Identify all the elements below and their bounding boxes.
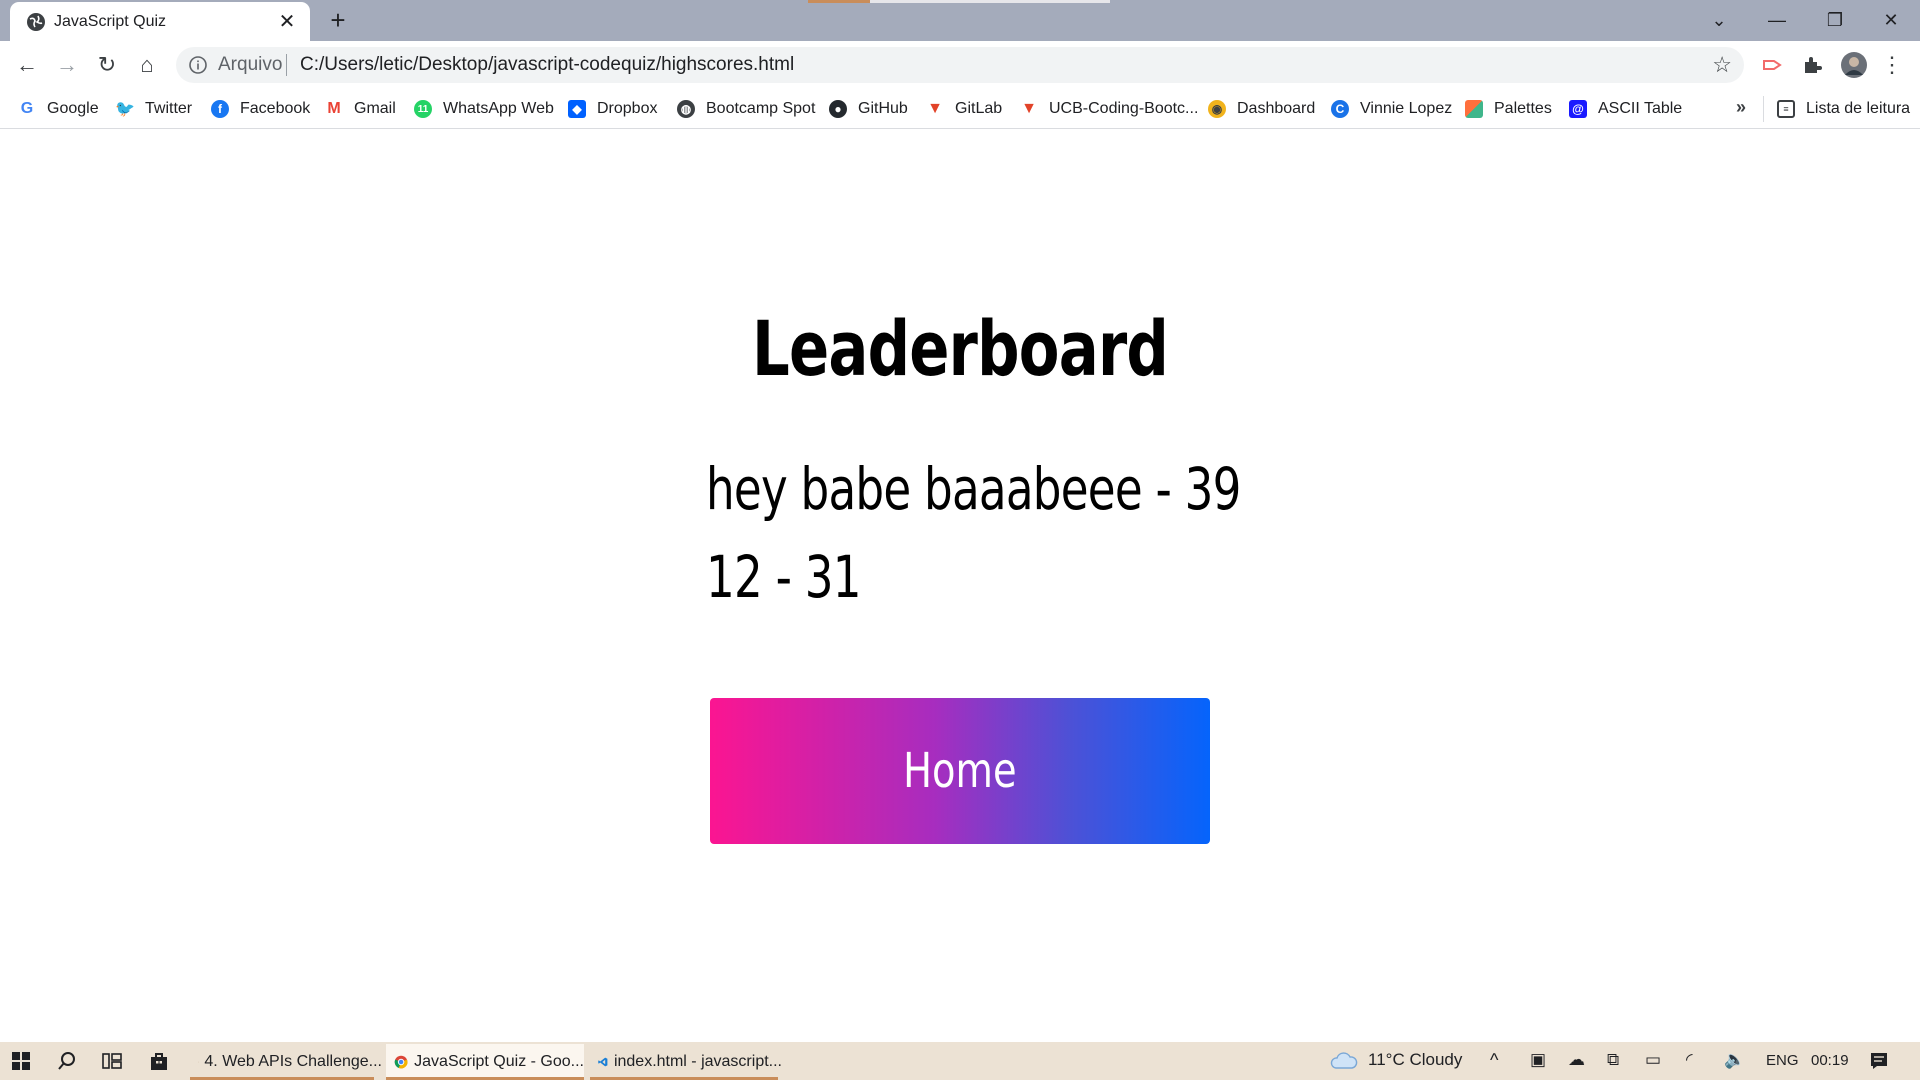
- reload-button[interactable]: ↻: [91, 49, 123, 81]
- taskbar-item-javascript-quiz[interactable]: JavaScript Quiz - Goo...: [386, 1044, 584, 1080]
- globe-icon: [27, 13, 45, 31]
- tab-javascript-quiz[interactable]: JavaScript Quiz ✕: [10, 2, 310, 41]
- bookmark-gmail[interactable]: M Gmail: [325, 97, 396, 121]
- page-content: Leaderboard hey babe baaabeee - 39 12 - …: [0, 130, 1920, 1042]
- ascii-icon: @: [1569, 100, 1587, 118]
- battery-icon[interactable]: ▭: [1645, 1050, 1661, 1070]
- gitlab-icon: ▼: [1020, 100, 1038, 118]
- task-view-icon[interactable]: [97, 1046, 127, 1076]
- github-icon: ●: [829, 100, 847, 118]
- address-bar[interactable]: Arquivo C:/Users/letic/Desktop/javascrip…: [176, 47, 1744, 83]
- bookmarks-divider: [1763, 96, 1764, 122]
- taskbar-item-vscode[interactable]: index.html - javascript...: [590, 1044, 782, 1080]
- loading-indicator-track: [870, 0, 1110, 3]
- taskbar-item-web-apis[interactable]: 4. Web APIs Challenge...: [190, 1044, 382, 1080]
- new-tab-button[interactable]: +: [324, 6, 352, 34]
- whatsapp-icon: 11: [414, 100, 432, 118]
- address-divider: [286, 54, 287, 76]
- home-icon[interactable]: ⌂: [131, 49, 163, 81]
- info-icon[interactable]: [188, 55, 208, 75]
- loading-indicator: [808, 0, 870, 3]
- forward-button[interactable]: →: [51, 49, 83, 81]
- bookmark-gitlab[interactable]: ▼ GitLab: [926, 97, 1002, 121]
- address-url[interactable]: C:/Users/letic/Desktop/javascript-codequ…: [300, 55, 794, 75]
- tab-title: JavaScript Quiz: [54, 13, 167, 30]
- restore-button[interactable]: ❐: [1806, 0, 1864, 41]
- taskbar: 4. Web APIs Challenge... JavaScript Quiz…: [0, 1042, 1920, 1080]
- language-indicator[interactable]: ENG: [1766, 1052, 1799, 1069]
- score-entry: hey babe baaabeee - 39: [706, 455, 1241, 523]
- volume-icon[interactable]: 🔈: [1724, 1050, 1745, 1070]
- wifi-icon[interactable]: ◜: [1686, 1050, 1693, 1070]
- notifications-icon[interactable]: [1864, 1046, 1894, 1076]
- menu-kebab-icon[interactable]: ⋮: [1876, 49, 1908, 81]
- score-entry: 12 - 31: [706, 543, 862, 611]
- home-button[interactable]: Home: [710, 698, 1210, 844]
- bookmark-vinnie-lopez[interactable]: C Vinnie Lopez: [1331, 97, 1452, 121]
- tab-search-icon[interactable]: ⌄: [1690, 0, 1748, 41]
- bookmark-dropbox[interactable]: ◆ Dropbox: [568, 97, 657, 121]
- bookmark-facebook[interactable]: f Facebook: [211, 97, 310, 121]
- bookmarks-bar: G Google 🐦 Twitter f Facebook M Gmail 11…: [0, 89, 1920, 129]
- reading-list-button[interactable]: ≡ Lista de leitura: [1777, 97, 1910, 121]
- facebook-icon: f: [211, 100, 229, 118]
- globe-icon: ◍: [677, 100, 695, 118]
- chrome-icon: [394, 1055, 408, 1069]
- meet-now-icon[interactable]: ▣: [1530, 1050, 1546, 1070]
- weather-text[interactable]: 11°C Cloudy: [1368, 1050, 1462, 1070]
- palettes-icon: [1465, 100, 1483, 118]
- score-list: hey babe baaabeee - 39 12 - 31: [706, 445, 1391, 621]
- dashboard-icon: ◉: [1208, 100, 1226, 118]
- windows-start-icon[interactable]: [6, 1046, 36, 1076]
- reading-list-icon: ≡: [1777, 100, 1795, 118]
- bookmark-bootcamp-spot[interactable]: ◍ Bootcamp Spot: [677, 97, 815, 121]
- clock[interactable]: 00:19: [1811, 1052, 1849, 1069]
- dropbox-icon: ◆: [568, 100, 586, 118]
- display-icon[interactable]: ⧉: [1607, 1050, 1619, 1070]
- twitter-icon: 🐦: [115, 100, 135, 118]
- close-tab-icon[interactable]: ✕: [276, 11, 298, 33]
- tab-strip: JavaScript Quiz ✕ + ⌄ — ❐ ✕: [0, 0, 1920, 41]
- bookmark-palettes[interactable]: Palettes: [1465, 97, 1552, 121]
- bookmark-whatsapp[interactable]: 11 WhatsApp Web: [414, 97, 554, 121]
- cloudy-weather-icon[interactable]: [1328, 1046, 1360, 1076]
- vinnie-icon: C: [1331, 100, 1349, 118]
- vscode-icon: [598, 1057, 608, 1067]
- extensions-icon[interactable]: [1796, 49, 1828, 81]
- chevron-up-icon[interactable]: ^: [1490, 1050, 1498, 1071]
- profile-avatar[interactable]: [1838, 49, 1870, 81]
- google-icon: G: [18, 100, 36, 118]
- onedrive-icon[interactable]: ☁: [1568, 1050, 1585, 1070]
- bookmark-dashboard[interactable]: ◉ Dashboard: [1208, 97, 1315, 121]
- cast-extension-icon[interactable]: [1756, 49, 1788, 81]
- close-window-button[interactable]: ✕: [1862, 0, 1920, 41]
- back-button[interactable]: ←: [11, 49, 43, 81]
- store-icon[interactable]: [144, 1046, 174, 1076]
- more-bookmarks-icon[interactable]: »: [1736, 97, 1746, 118]
- bookmark-ascii-table[interactable]: @ ASCII Table: [1569, 97, 1682, 121]
- bookmark-star-icon[interactable]: ☆: [1712, 53, 1732, 77]
- bookmark-twitter[interactable]: 🐦 Twitter: [115, 97, 192, 121]
- home-button-label: Home: [903, 743, 1017, 799]
- bookmark-github[interactable]: ● GitHub: [829, 97, 908, 121]
- bookmark-google[interactable]: G Google: [18, 97, 99, 121]
- minimize-button[interactable]: —: [1748, 0, 1806, 41]
- gmail-icon: M: [325, 100, 343, 118]
- address-scheme: Arquivo: [218, 54, 283, 75]
- page-title: Leaderboard: [751, 304, 1169, 393]
- gitlab-icon: ▼: [926, 100, 944, 118]
- bookmark-ucb-coding-bootcamp[interactable]: ▼ UCB-Coding-Bootc...: [1020, 97, 1198, 121]
- search-icon[interactable]: [52, 1046, 82, 1076]
- browser-toolbar: ← → ↻ ⌂ Arquivo C:/Users/letic/Desktop/j…: [0, 41, 1920, 89]
